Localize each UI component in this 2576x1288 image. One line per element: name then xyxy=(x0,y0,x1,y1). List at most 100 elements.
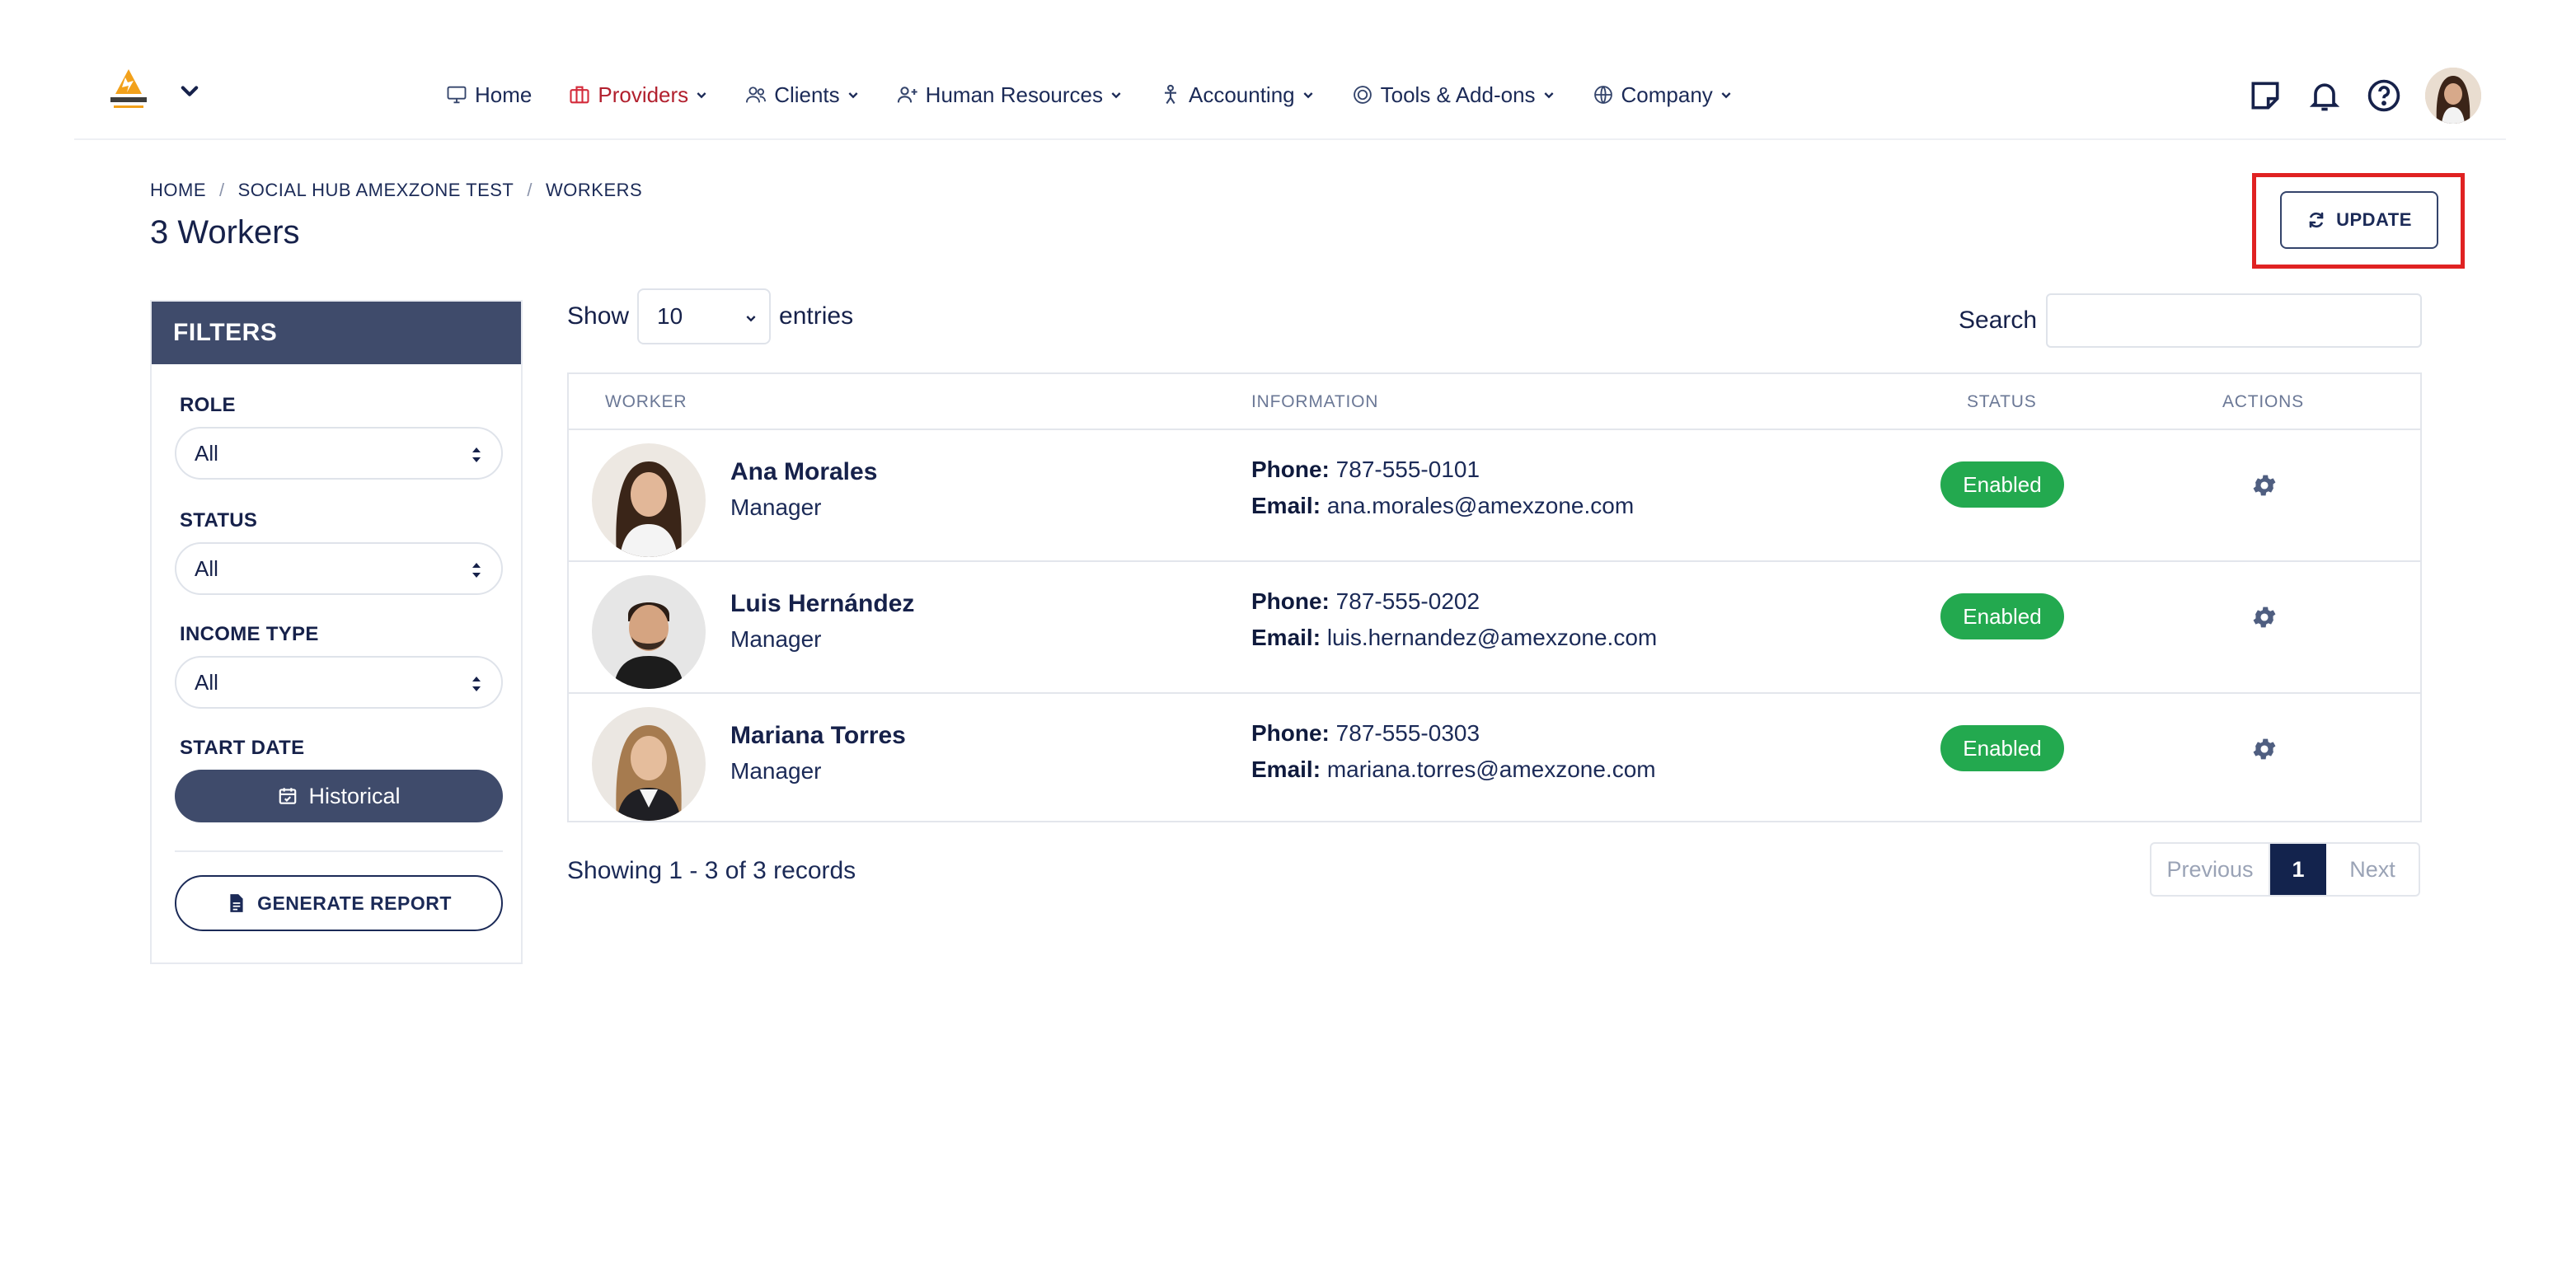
bell-icon[interactable] xyxy=(2306,77,2343,114)
nav-human-resources[interactable]: Human Resources xyxy=(896,82,1123,108)
gear-icon[interactable] xyxy=(2250,471,2278,499)
breadcrumb-home[interactable]: HOME xyxy=(150,180,206,201)
nav-accounting-label: Accounting xyxy=(1188,82,1295,107)
page-title: 3 Workers xyxy=(150,214,300,251)
email-value: mariana.torres@amexzone.com xyxy=(1326,756,1656,782)
update-button[interactable]: UPDATE xyxy=(2280,191,2438,249)
worker-photo-image xyxy=(592,707,706,821)
worker-photo-image xyxy=(592,575,706,689)
chevron-down-icon xyxy=(1111,92,1121,99)
email-label: Email: xyxy=(1251,493,1321,518)
worker-name[interactable]: Mariana Torres xyxy=(730,722,906,750)
target-icon xyxy=(1353,86,1372,104)
search-label: Search xyxy=(1959,307,2038,334)
update-button-label: UPDATE xyxy=(2336,209,2412,230)
role-select-value: All xyxy=(195,440,218,466)
worker-name[interactable]: Luis Hernández xyxy=(730,590,914,618)
nav-company-label: Company xyxy=(1621,82,1713,107)
document-icon xyxy=(230,894,243,912)
status-badge: Enabled xyxy=(1940,725,2064,771)
calendar-icon xyxy=(279,788,297,804)
sort-arrows-icon xyxy=(472,677,481,691)
gear-icon[interactable] xyxy=(2250,735,2278,763)
sort-arrows-icon xyxy=(472,447,481,462)
historical-date-button[interactable]: Historical xyxy=(175,770,503,822)
worker-role: Manager xyxy=(730,494,822,520)
globe-icon xyxy=(1593,86,1612,104)
header-information[interactable]: INFORMATION xyxy=(1251,392,1378,412)
breadcrumb-social-hub[interactable]: SOCIAL HUB AMEXZONE TEST xyxy=(238,180,514,201)
nav-tools-addons-label: Tools & Add-ons xyxy=(1380,82,1536,107)
nav-clients-label: Clients xyxy=(774,82,840,107)
phone-value: 787-555-0101 xyxy=(1335,457,1480,482)
nav-clients[interactable]: Clients xyxy=(744,82,859,108)
status-select[interactable]: All xyxy=(175,542,503,595)
role-label: ROLE xyxy=(180,394,236,416)
income-type-label: INCOME TYPE xyxy=(180,623,319,645)
user-avatar[interactable] xyxy=(2425,68,2481,124)
worker-phone: Phone: 787-555-0101 xyxy=(1251,457,1480,483)
worker-photo xyxy=(592,575,706,689)
generate-report-label: GENERATE REPORT xyxy=(257,892,452,914)
company-logo[interactable] xyxy=(106,66,152,112)
table-row: Luis Hernández Manager Phone: 787-555-02… xyxy=(569,562,2420,694)
entries-select[interactable]: 10 xyxy=(637,288,772,344)
pagination-page-1[interactable]: 1 xyxy=(2270,844,2326,895)
header-actions xyxy=(2224,68,2481,124)
pagination-next[interactable]: Next xyxy=(2326,844,2419,895)
table-header: WORKER INFORMATION STATUS ACTIONS xyxy=(569,374,2420,430)
worker-phone: Phone: 787-555-0202 xyxy=(1251,588,1480,615)
chevron-down-icon xyxy=(746,316,756,322)
nav-home[interactable]: Home xyxy=(445,82,532,108)
show-entries: Show 10 entries xyxy=(567,288,853,344)
email-value: ana.morales@amexzone.com xyxy=(1326,493,1635,518)
status-select-value: All xyxy=(195,555,218,581)
user-plus-icon xyxy=(897,87,917,103)
breadcrumb-workers: WORKERS xyxy=(546,180,643,200)
historical-label: Historical xyxy=(308,783,401,808)
nav-home-label: Home xyxy=(475,82,533,107)
nav-accounting[interactable]: Accounting xyxy=(1159,82,1315,108)
chevron-down-icon xyxy=(1544,92,1554,99)
header-status[interactable]: STATUS xyxy=(1967,392,2037,412)
briefcase-icon xyxy=(570,86,589,104)
income-type-select[interactable]: All xyxy=(175,656,503,709)
gear-icon[interactable] xyxy=(2250,603,2278,631)
worker-phone: Phone: 787-555-0303 xyxy=(1251,720,1480,747)
nav-providers[interactable]: Providers xyxy=(568,82,708,108)
records-summary: Showing 1 - 3 of 3 records xyxy=(567,857,856,884)
filters-panel: FILTERS ROLE All STATUS All INCOME TYPE … xyxy=(150,300,523,964)
income-type-select-value: All xyxy=(195,669,218,695)
person-icon xyxy=(1164,84,1176,105)
nav-human-resources-label: Human Resources xyxy=(925,82,1103,107)
top-navbar: Home Providers Clients Human Resources A… xyxy=(74,49,2506,140)
start-date-label: START DATE xyxy=(180,737,305,759)
worker-email: Email: mariana.torres@amexzone.com xyxy=(1251,756,1656,783)
worker-photo-image xyxy=(592,443,706,557)
phone-value: 787-555-0202 xyxy=(1335,588,1480,614)
table-row: Mariana Torres Manager Phone: 787-555-03… xyxy=(569,694,2420,826)
help-icon[interactable] xyxy=(2366,77,2402,114)
email-label: Email: xyxy=(1251,625,1321,650)
email-value: luis.hernandez@amexzone.com xyxy=(1326,625,1658,650)
nav-company[interactable]: Company xyxy=(1592,82,1733,108)
chevron-down-icon[interactable] xyxy=(178,79,201,102)
status-label: STATUS xyxy=(180,509,258,532)
status-badge: Enabled xyxy=(1940,593,2064,639)
nav-tools-addons[interactable]: Tools & Add-ons xyxy=(1351,82,1555,108)
main-menu: Home Providers Clients Human Resources A… xyxy=(445,74,1769,115)
search-input[interactable] xyxy=(2046,293,2422,348)
role-select[interactable]: All xyxy=(175,427,503,480)
worker-role: Manager xyxy=(730,758,822,784)
pagination-previous[interactable]: Previous xyxy=(2151,844,2270,895)
header-worker[interactable]: WORKER xyxy=(605,392,687,412)
phone-label: Phone: xyxy=(1251,588,1330,614)
worker-name[interactable]: Ana Morales xyxy=(730,458,877,486)
sticky-note-icon[interactable] xyxy=(2247,77,2283,114)
phone-label: Phone: xyxy=(1251,457,1330,482)
generate-report-button[interactable]: GENERATE REPORT xyxy=(175,875,503,931)
nav-providers-label: Providers xyxy=(598,82,689,107)
chevron-down-icon xyxy=(697,92,706,99)
sort-arrows-icon xyxy=(472,563,481,578)
show-label: Show xyxy=(567,302,630,330)
